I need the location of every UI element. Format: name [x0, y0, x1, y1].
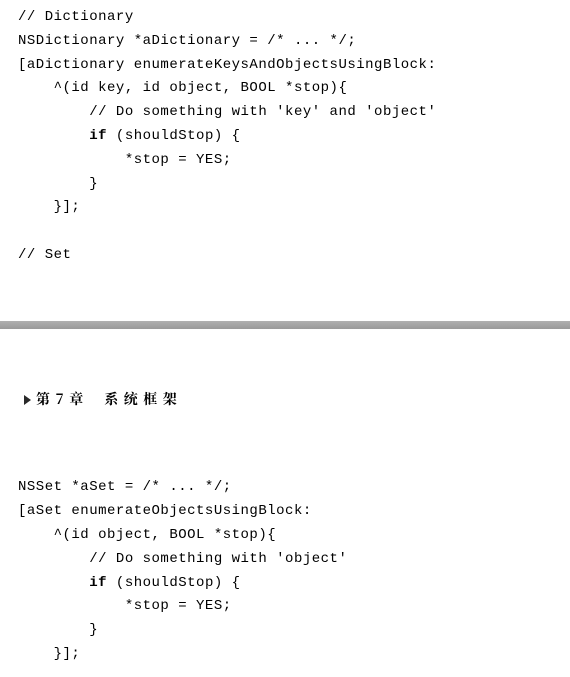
code-line: }]; [18, 199, 80, 215]
chapter-title: 系 统 框 架 [104, 388, 178, 412]
code-block-set: NSSet *aSet = /* ... */; [aSet enumerate… [18, 476, 552, 666]
code-fragment: (shouldStop) { [107, 575, 241, 591]
code-line: ^(id object, BOOL *stop){ [18, 527, 276, 543]
code-line: if (shouldStop) { [18, 575, 241, 591]
code-line: [aSet enumerateObjectsUsingBlock: [18, 503, 312, 519]
keyword-if: if [89, 575, 107, 591]
code-line: }]; [18, 646, 80, 662]
code-line: } [18, 622, 98, 638]
chapter-number: 第 7 章 [36, 388, 84, 412]
code-fragment: (shouldStop) { [107, 128, 241, 144]
code-line: NSDictionary *aDictionary = /* ... */; [18, 33, 356, 49]
code-comment: // Set [18, 247, 71, 263]
code-line: NSSet *aSet = /* ... */; [18, 479, 232, 495]
code-indent [18, 128, 89, 144]
code-line: *stop = YES; [18, 152, 232, 168]
code-comment: // Dictionary [18, 9, 134, 25]
keyword-if: if [89, 128, 107, 144]
code-line: if (shouldStop) { [18, 128, 241, 144]
code-line: } [18, 176, 98, 192]
code-block-dictionary: // Dictionary NSDictionary *aDictionary … [18, 6, 552, 268]
page-separator [0, 290, 570, 360]
chapter-arrow-icon [24, 395, 31, 405]
code-comment: // Do something with 'key' and 'object' [18, 104, 436, 120]
code-indent [18, 575, 89, 591]
code-line: *stop = YES; [18, 598, 232, 614]
code-line: [aDictionary enumerateKeysAndObjectsUsin… [18, 57, 436, 73]
code-line: ^(id key, id object, BOOL *stop){ [18, 80, 347, 96]
page-upper: // Dictionary NSDictionary *aDictionary … [0, 0, 570, 290]
chapter-heading: 第 7 章 系 统 框 架 [18, 388, 552, 425]
code-comment: // Do something with 'object' [18, 551, 347, 567]
page-lower: 第 7 章 系 统 框 架 NSSet *aSet = /* ... */; [… [0, 360, 570, 677]
